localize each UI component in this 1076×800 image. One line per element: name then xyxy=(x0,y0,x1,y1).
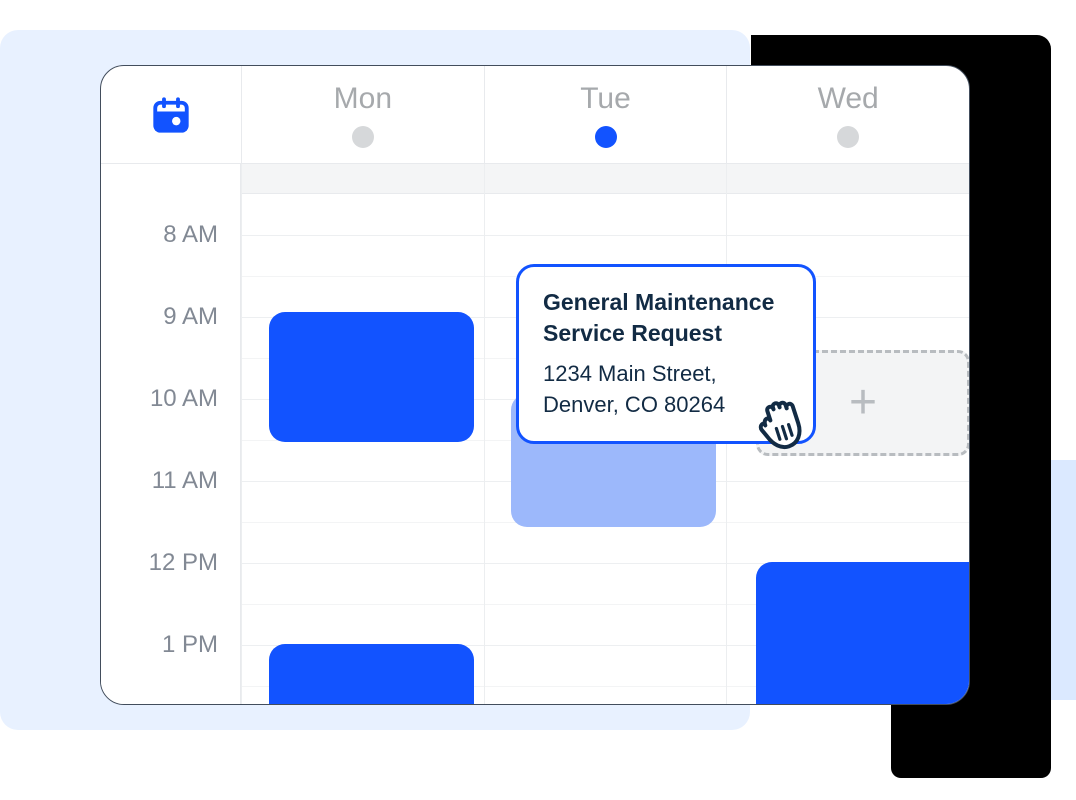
time-label: 11 AM xyxy=(152,467,218,495)
time-label: 12 PM xyxy=(149,549,218,577)
day-label: Tue xyxy=(580,82,631,116)
popover-title: General Maintenance Service Request xyxy=(543,287,789,349)
time-gutter: 8 AM 9 AM 10 AM 11 AM 12 PM 1 PM xyxy=(101,164,241,705)
calendar-icon-cell xyxy=(101,66,241,163)
day-label: Mon xyxy=(334,82,392,116)
calendar-card: Mon Tue Wed 8 AM 9 AM 10 AM 11 AM xyxy=(100,65,970,705)
day-label: Wed xyxy=(818,82,879,116)
event-block[interactable] xyxy=(756,562,969,705)
day-header-mon[interactable]: Mon xyxy=(241,66,484,163)
day-dot xyxy=(837,126,859,148)
day-dot-active xyxy=(595,126,617,148)
drag-cursor-icon xyxy=(741,382,821,467)
event-block[interactable] xyxy=(269,312,474,442)
day-dot xyxy=(352,126,374,148)
time-label: 1 PM xyxy=(162,631,218,659)
time-label: 9 AM xyxy=(163,303,218,331)
calendar-header: Mon Tue Wed xyxy=(101,66,969,164)
calendar-body: 8 AM 9 AM 10 AM 11 AM 12 PM 1 PM + Gener… xyxy=(101,164,969,705)
time-label: 10 AM xyxy=(150,385,218,413)
calendar-icon[interactable] xyxy=(150,94,192,136)
time-label: 8 AM xyxy=(163,221,218,249)
day-header-tue[interactable]: Tue xyxy=(484,66,727,163)
event-block[interactable] xyxy=(269,644,474,705)
day-header-wed[interactable]: Wed xyxy=(726,66,969,163)
plus-icon: + xyxy=(849,379,877,427)
